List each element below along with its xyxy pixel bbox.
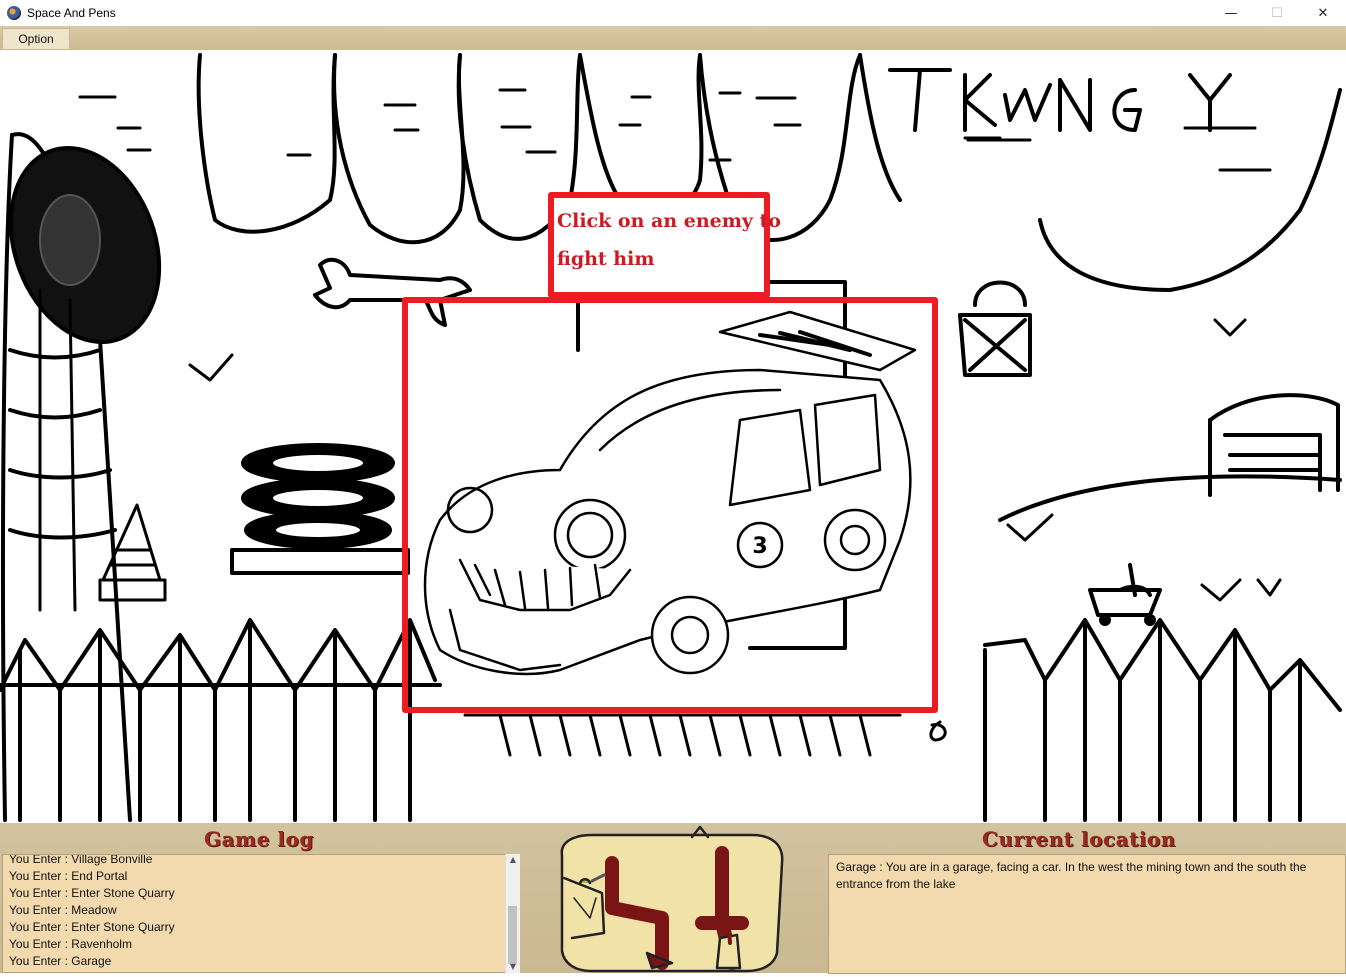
scroll-down-icon[interactable]: ▼ xyxy=(506,961,520,973)
menu-bar: Option xyxy=(0,26,1346,50)
wrench-doodle xyxy=(313,257,472,327)
tire-stack xyxy=(230,443,410,575)
app-icon xyxy=(7,6,21,20)
game-scene[interactable]: 3 Click on an enemy to fight him xyxy=(0,50,1346,823)
log-entry: You Enter : End Portal xyxy=(9,869,128,883)
scroll-thumb[interactable] xyxy=(508,906,517,964)
current-location-text: Garage : You are in a garage, facing a c… xyxy=(836,860,1307,891)
log-entry: You Enter : Garage xyxy=(9,954,112,968)
fence-left xyxy=(0,618,442,822)
log-entry: You Enter : Meadow xyxy=(9,903,117,917)
current-location-panel: Garage : You are in a garage, facing a c… xyxy=(828,854,1346,974)
scene-drawing: 3 Click on an enemy to fight him xyxy=(0,53,1342,822)
log-entry: You Enter : Village Bonville xyxy=(9,854,153,866)
scroll-up-icon[interactable]: ▲ xyxy=(506,854,520,866)
bag-icon xyxy=(560,825,784,973)
log-entry: You Enter : Ravenholm xyxy=(9,937,132,951)
bottom-panel: Game log You Enter : Village Bonville Yo… xyxy=(0,823,1346,974)
window-controls: — ☐ ✕ xyxy=(1208,0,1346,26)
menu-option[interactable]: Option xyxy=(2,28,70,50)
sign-scribble xyxy=(888,68,1232,132)
fence-right xyxy=(983,618,1342,822)
current-location-title: Current location xyxy=(982,827,1176,851)
cart-doodle xyxy=(1088,563,1162,626)
game-log-title: Game log xyxy=(204,827,314,851)
hut-doodle xyxy=(998,393,1342,522)
game-log[interactable]: You Enter : Village Bonville You Enter :… xyxy=(2,854,507,973)
enemy-car[interactable]: 3 xyxy=(423,310,917,676)
minimize-button[interactable]: — xyxy=(1208,0,1254,26)
car-number: 3 xyxy=(752,534,767,559)
log-entry: You Enter : Enter Stone Quarry xyxy=(9,920,175,934)
log-entry: You Enter : Enter Stone Quarry xyxy=(9,886,175,900)
inventory-bag[interactable] xyxy=(552,823,792,973)
log-scrollbar[interactable]: ▲ ▼ xyxy=(505,854,520,973)
hint-text-line2: fight him xyxy=(557,248,654,270)
padlock-doodle xyxy=(958,280,1032,377)
window-title: Space And Pens xyxy=(27,6,116,20)
maximize-button[interactable]: ☐ xyxy=(1254,0,1300,26)
hint-text-line1: Click on an enemy to xyxy=(557,210,781,232)
gate-slats xyxy=(463,713,947,757)
speaker-pole xyxy=(0,132,162,822)
close-button[interactable]: ✕ xyxy=(1300,0,1346,26)
title-bar: Space And Pens — ☐ ✕ xyxy=(0,0,1346,26)
